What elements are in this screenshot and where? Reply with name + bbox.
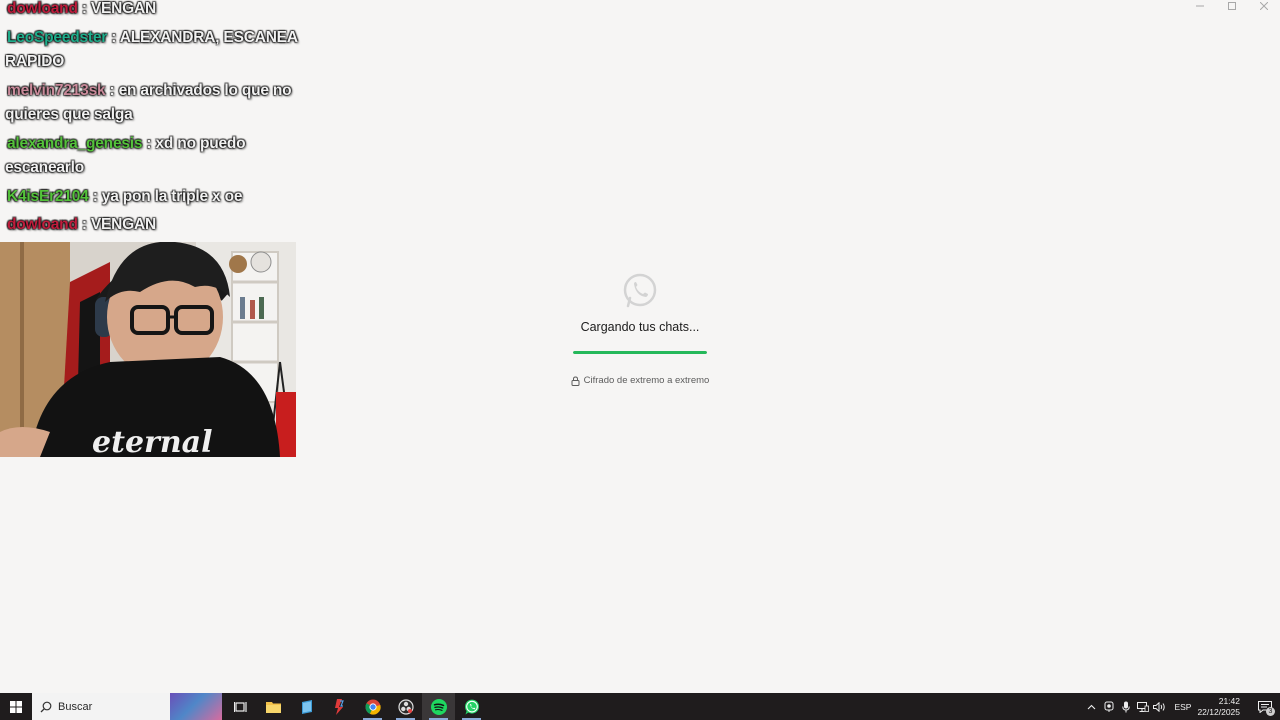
- spotify-button[interactable]: [422, 693, 455, 720]
- camera-tray-icon: [1104, 701, 1114, 712]
- volume-icon: [1153, 701, 1166, 712]
- loading-text: Cargando tus chats...: [580, 320, 700, 334]
- spotify-icon: [430, 698, 447, 715]
- webcam-feed: eternal: [0, 242, 296, 457]
- clock-date: 22/12/2025: [1197, 706, 1240, 717]
- encryption-text: Cifrado de extremo a extremo: [583, 375, 710, 386]
- whatsapp-logo-icon: [623, 273, 657, 308]
- chrome-icon: [365, 699, 381, 715]
- network-button[interactable]: [1135, 693, 1151, 720]
- clock-time: 21:42: [1218, 695, 1240, 706]
- close-button[interactable]: [1248, 0, 1280, 12]
- window-controls: [1184, 0, 1280, 12]
- whatsapp-button[interactable]: [455, 693, 488, 720]
- chat-message: alexandra_genesis : xd no puedo escanear…: [5, 132, 300, 180]
- chat-username: melvin7213sk: [7, 82, 106, 99]
- lock-icon: [571, 375, 580, 386]
- search-highlight-image: [170, 693, 222, 720]
- notes-app-button[interactable]: [290, 693, 323, 720]
- start-button[interactable]: [0, 693, 32, 720]
- taskbar-apps: [224, 693, 488, 720]
- tray-app-button[interactable]: [1101, 693, 1117, 720]
- chat-text: : VENGAN: [77, 216, 157, 233]
- task-view-icon: [233, 701, 247, 712]
- network-icon: [1136, 701, 1149, 712]
- chrome-button[interactable]: [356, 693, 389, 720]
- maximize-icon: [1228, 2, 1236, 10]
- file-explorer-icon: [266, 702, 281, 713]
- chat-username: dowloand: [7, 216, 78, 233]
- show-hidden-icons-button[interactable]: [1084, 693, 1100, 720]
- chat-username: K4isEr2104: [7, 188, 89, 205]
- chat-text: : ya pon la triple x oe: [88, 188, 243, 205]
- volume-button[interactable]: [1152, 693, 1168, 720]
- chat-username: alexandra_genesis: [7, 135, 143, 152]
- search-icon: [40, 701, 52, 713]
- windows-icon: [10, 700, 22, 713]
- search-placeholder: Buscar: [58, 700, 93, 713]
- maximize-button[interactable]: [1216, 0, 1248, 12]
- chat-message: dowloand : VENGAN: [5, 213, 300, 237]
- taskbar-search[interactable]: Buscar: [32, 693, 222, 720]
- chat-message: melvin7213sk : en archivados lo que no q…: [5, 79, 300, 127]
- task-view-button[interactable]: [224, 693, 257, 720]
- app-icon: [334, 698, 344, 715]
- chat-message: dowloand : VENGAN: [5, 0, 300, 21]
- loading-progress-fill: [573, 351, 707, 354]
- notification-center-button[interactable]: 3: [1250, 693, 1280, 720]
- chat-text: : VENGAN: [77, 0, 157, 17]
- clock[interactable]: 21:42 22/12/2025: [1197, 696, 1240, 718]
- notes-app-icon: [301, 699, 312, 714]
- minimize-button[interactable]: [1184, 0, 1216, 12]
- microphone-icon: [1122, 701, 1130, 712]
- chevron-up-icon: [1088, 704, 1096, 709]
- chat-message: K4isEr2104 : ya pon la triple x oe: [5, 185, 300, 209]
- obs-icon: [397, 698, 414, 715]
- system-tray: ESP 21:42 22/12/2025 3: [1083, 693, 1280, 720]
- encryption-notice: Cifrado de extremo a extremo: [540, 375, 740, 386]
- file-explorer-button[interactable]: [257, 693, 290, 720]
- minimize-icon: [1196, 5, 1204, 7]
- microphone-button[interactable]: [1118, 693, 1134, 720]
- webcam-shirt-text: eternal: [92, 425, 212, 457]
- taskbar: Buscar ESP 21:42 22/12/2025 3: [0, 693, 1280, 720]
- input-language-indicator[interactable]: ESP: [1174, 702, 1191, 712]
- obs-button[interactable]: [389, 693, 422, 720]
- webcam-image: eternal: [0, 242, 296, 457]
- chat-username: LeoSpeedster: [7, 29, 108, 46]
- close-icon: [1260, 2, 1268, 10]
- notification-count-badge: 3: [1266, 707, 1275, 716]
- app-button[interactable]: [323, 693, 356, 720]
- chat-message: LeoSpeedster : ALEXANDRA, ESCANEA RAPIDO: [5, 26, 300, 74]
- loading-progress-bar: [573, 351, 707, 354]
- whatsapp-icon: [464, 699, 479, 714]
- chat-username: dowloand: [7, 0, 78, 17]
